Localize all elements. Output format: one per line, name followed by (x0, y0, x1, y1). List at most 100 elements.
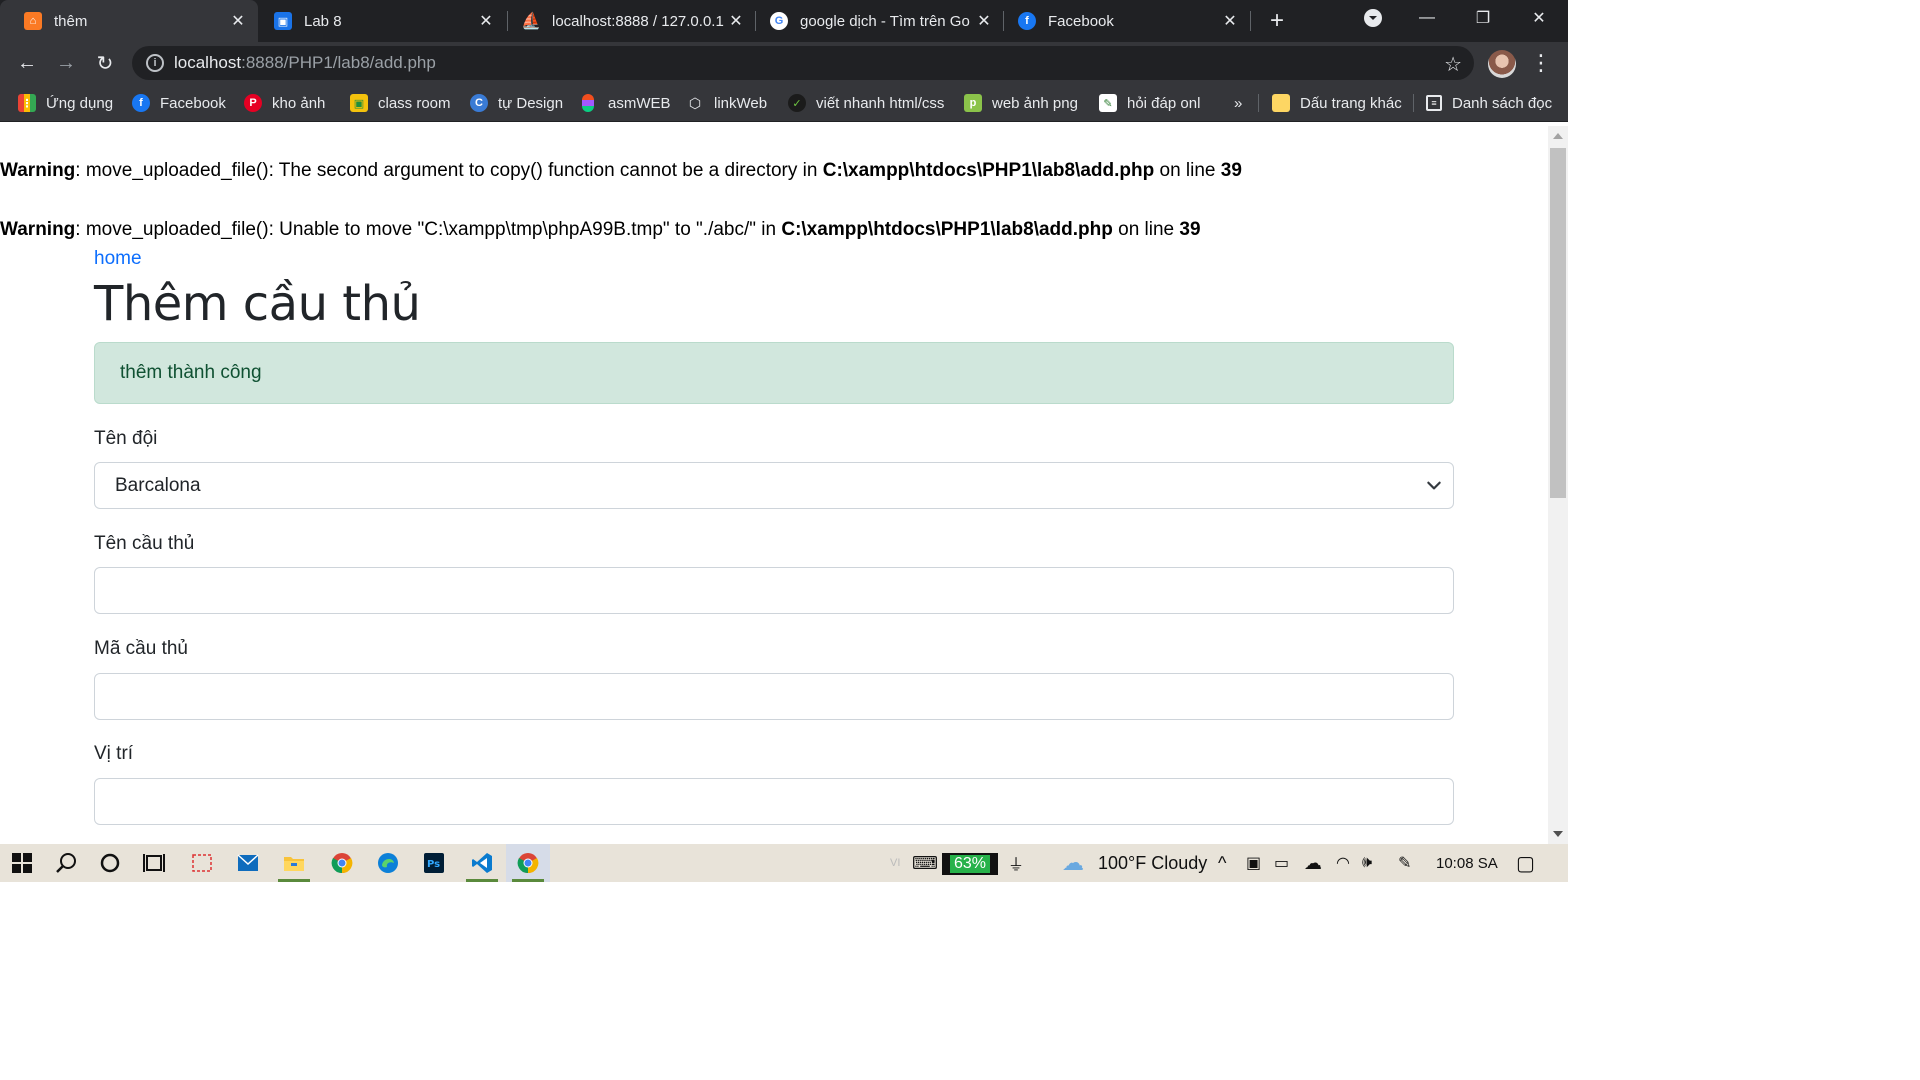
scroll-up-arrow[interactable] (1553, 133, 1563, 139)
bookmark-label: tự Design (498, 94, 564, 112)
bookmark-label: Ứng dụng (46, 94, 114, 112)
close-tab-icon[interactable]: ✕ (228, 11, 248, 31)
tab-divider (1250, 11, 1251, 31)
bookmark-label: Dấu trang khác (1300, 94, 1402, 112)
keyboard-icon[interactable]: ⌨ (912, 844, 938, 882)
onedrive-cloud-icon[interactable]: ☁ (1304, 844, 1322, 882)
phpmyadmin-icon: ⛵ (521, 13, 541, 30)
chrome-icon[interactable] (320, 844, 364, 882)
tab-facebook[interactable]: f Facebook ✕ (1004, 0, 1250, 42)
tab-title: Lab 8 (304, 12, 342, 30)
bookmark-label: web ảnh png (992, 94, 1078, 112)
site-info-icon[interactable]: i (146, 54, 164, 72)
bookmark-kho-anh[interactable]: P kho ảnh (244, 84, 325, 122)
bookmark-class-room[interactable]: ▣ class room (350, 84, 451, 122)
weather-text[interactable]: 100°F Cloudy (1098, 844, 1207, 882)
player-name-input[interactable] (94, 567, 1454, 614)
search-icon[interactable] (44, 844, 88, 882)
bookmark-apps[interactable]: ⋮ Ứng dụng (18, 84, 113, 122)
other-bookmarks-folder[interactable]: Dấu trang khác (1272, 84, 1402, 122)
reading-list-button[interactable]: ≡ Danh sách đọc (1426, 84, 1552, 122)
photoshop-icon[interactable]: Ps (412, 844, 456, 882)
windows-start-icon[interactable] (0, 844, 44, 882)
back-button[interactable]: ← (12, 48, 42, 78)
tab-phpmyadmin[interactable]: ⛵ localhost:8888 / 127.0.0.1 ✕ (508, 0, 756, 42)
minimize-button[interactable]: — (1400, 0, 1454, 36)
show-hidden-icons-chevron-up-icon[interactable]: ^ (1218, 844, 1226, 882)
page-content: Warning: move_uploaded_file(): The secon… (0, 126, 1548, 844)
bookmark-linkweb[interactable]: ⬡ linkWeb (686, 84, 767, 122)
chrome-canary-icon[interactable] (506, 844, 550, 882)
bookmark-divider (1258, 94, 1259, 112)
player-code-input[interactable] (94, 673, 1454, 720)
apps-grid-icon: ⋮ (18, 94, 36, 112)
bookmarks-overflow-button[interactable]: » (1234, 84, 1242, 122)
volume-icon[interactable]: 🕪 (1362, 844, 1372, 882)
cortana-icon[interactable] (88, 844, 132, 882)
position-label: Vị trí (94, 743, 134, 764)
facebook-icon: f (132, 94, 150, 112)
bookmark-asmweb[interactable]: asmWEB (582, 84, 671, 122)
page-title: Thêm cầu thủ (94, 276, 421, 332)
edge-icon[interactable] (366, 844, 410, 882)
bookmark-label: Danh sách đọc (1452, 94, 1553, 112)
bookmark-hoi-dap-onl[interactable]: ✎ hỏi đáp onl (1099, 84, 1200, 122)
google-icon: G (770, 12, 788, 30)
url-text: localhost:8888/PHP1/lab8/add.php (174, 53, 436, 72)
address-bar[interactable]: i localhost:8888/PHP1/lab8/add.php ☆ (132, 46, 1474, 80)
battery-icon[interactable]: ▭ (1274, 844, 1289, 882)
bookmark-star-icon[interactable]: ☆ (1444, 52, 1462, 77)
bookmark-viet-nhanh[interactable]: ✓ viết nhanh html/css (788, 84, 944, 122)
restore-button[interactable]: ❐ (1456, 0, 1510, 36)
weather-cloud-icon[interactable]: ☁ (1062, 844, 1084, 882)
pen-icon[interactable]: ✎ (1398, 844, 1411, 882)
scroll-down-arrow[interactable] (1553, 831, 1563, 837)
bookmark-facebook[interactable]: f Facebook (132, 84, 226, 122)
reading-list-icon: ≡ (1426, 95, 1442, 111)
home-link[interactable]: home (94, 248, 142, 270)
meet-now-icon[interactable]: ▣ (1246, 844, 1261, 882)
position-input[interactable] (94, 778, 1454, 825)
vscode-icon[interactable] (460, 844, 504, 882)
tab-lab8[interactable]: ▣ Lab 8 ✕ (258, 0, 506, 42)
battery-meter: 63% (942, 853, 998, 875)
file-explorer-icon[interactable] (272, 844, 316, 882)
new-tab-button[interactable]: + (1264, 7, 1290, 34)
forward-button[interactable]: → (51, 48, 81, 78)
google-classroom-icon: ▣ (274, 12, 292, 30)
mail-icon[interactable] (226, 844, 270, 882)
bookmark-label: class room (378, 94, 451, 112)
vertical-scrollbar[interactable] (1548, 126, 1568, 844)
browser-toolbar: ← → ↻ i localhost:8888/PHP1/lab8/add.php… (0, 42, 1568, 84)
notification-icon[interactable]: ▢ (1516, 844, 1535, 882)
input-indicator[interactable]: VI (890, 844, 900, 882)
close-tab-icon[interactable]: ✕ (1220, 11, 1240, 31)
close-window-button[interactable]: ✕ (1512, 0, 1566, 36)
close-tab-icon[interactable]: ✕ (726, 11, 746, 31)
reload-button[interactable]: ↻ (90, 48, 120, 78)
team-select-value: Barcalona (115, 474, 201, 496)
tab-them[interactable]: ⌂ thêm ✕ (0, 0, 258, 42)
clock-time[interactable]: 10:08 SA (1436, 844, 1498, 882)
team-select[interactable]: Barcalona (94, 462, 1454, 509)
player-name-label: Tên cầu thủ (94, 533, 195, 554)
bookmarks-bar: ⋮ Ứng dụng f Facebook P kho ảnh ▣ class … (0, 84, 1568, 122)
close-tab-icon[interactable]: ✕ (974, 11, 994, 31)
windows-taskbar: Ps VI ⌨ 63% ⏚ ☁ 100°F Cloudy ^ ▣ ▭ ☁ ◠ 🕪… (0, 844, 1568, 882)
scroll-thumb[interactable] (1550, 148, 1566, 498)
folder-icon (1272, 94, 1290, 112)
quizizz-icon: ✎ (1099, 94, 1117, 112)
task-view-icon[interactable] (132, 844, 176, 882)
wifi-icon[interactable]: ◠ (1336, 844, 1350, 882)
chrome-menu-icon[interactable]: ⋮ (1530, 50, 1552, 76)
tab-google-dich[interactable]: G google dịch - Tìm trên Go ✕ (756, 0, 1004, 42)
tab-title: thêm (54, 12, 88, 30)
bookmark-web-anh-png[interactable]: p web ảnh png (964, 84, 1078, 122)
tab-title: localhost:8888 / 127.0.0.1 (552, 12, 724, 30)
snipping-icon[interactable] (180, 844, 224, 882)
tab-search-button[interactable] (1346, 0, 1400, 36)
bookmark-tu-design[interactable]: C tự Design (470, 84, 563, 122)
emmet-icon: ✓ (788, 94, 806, 112)
close-tab-icon[interactable]: ✕ (476, 11, 496, 31)
profile-avatar[interactable] (1488, 50, 1516, 78)
